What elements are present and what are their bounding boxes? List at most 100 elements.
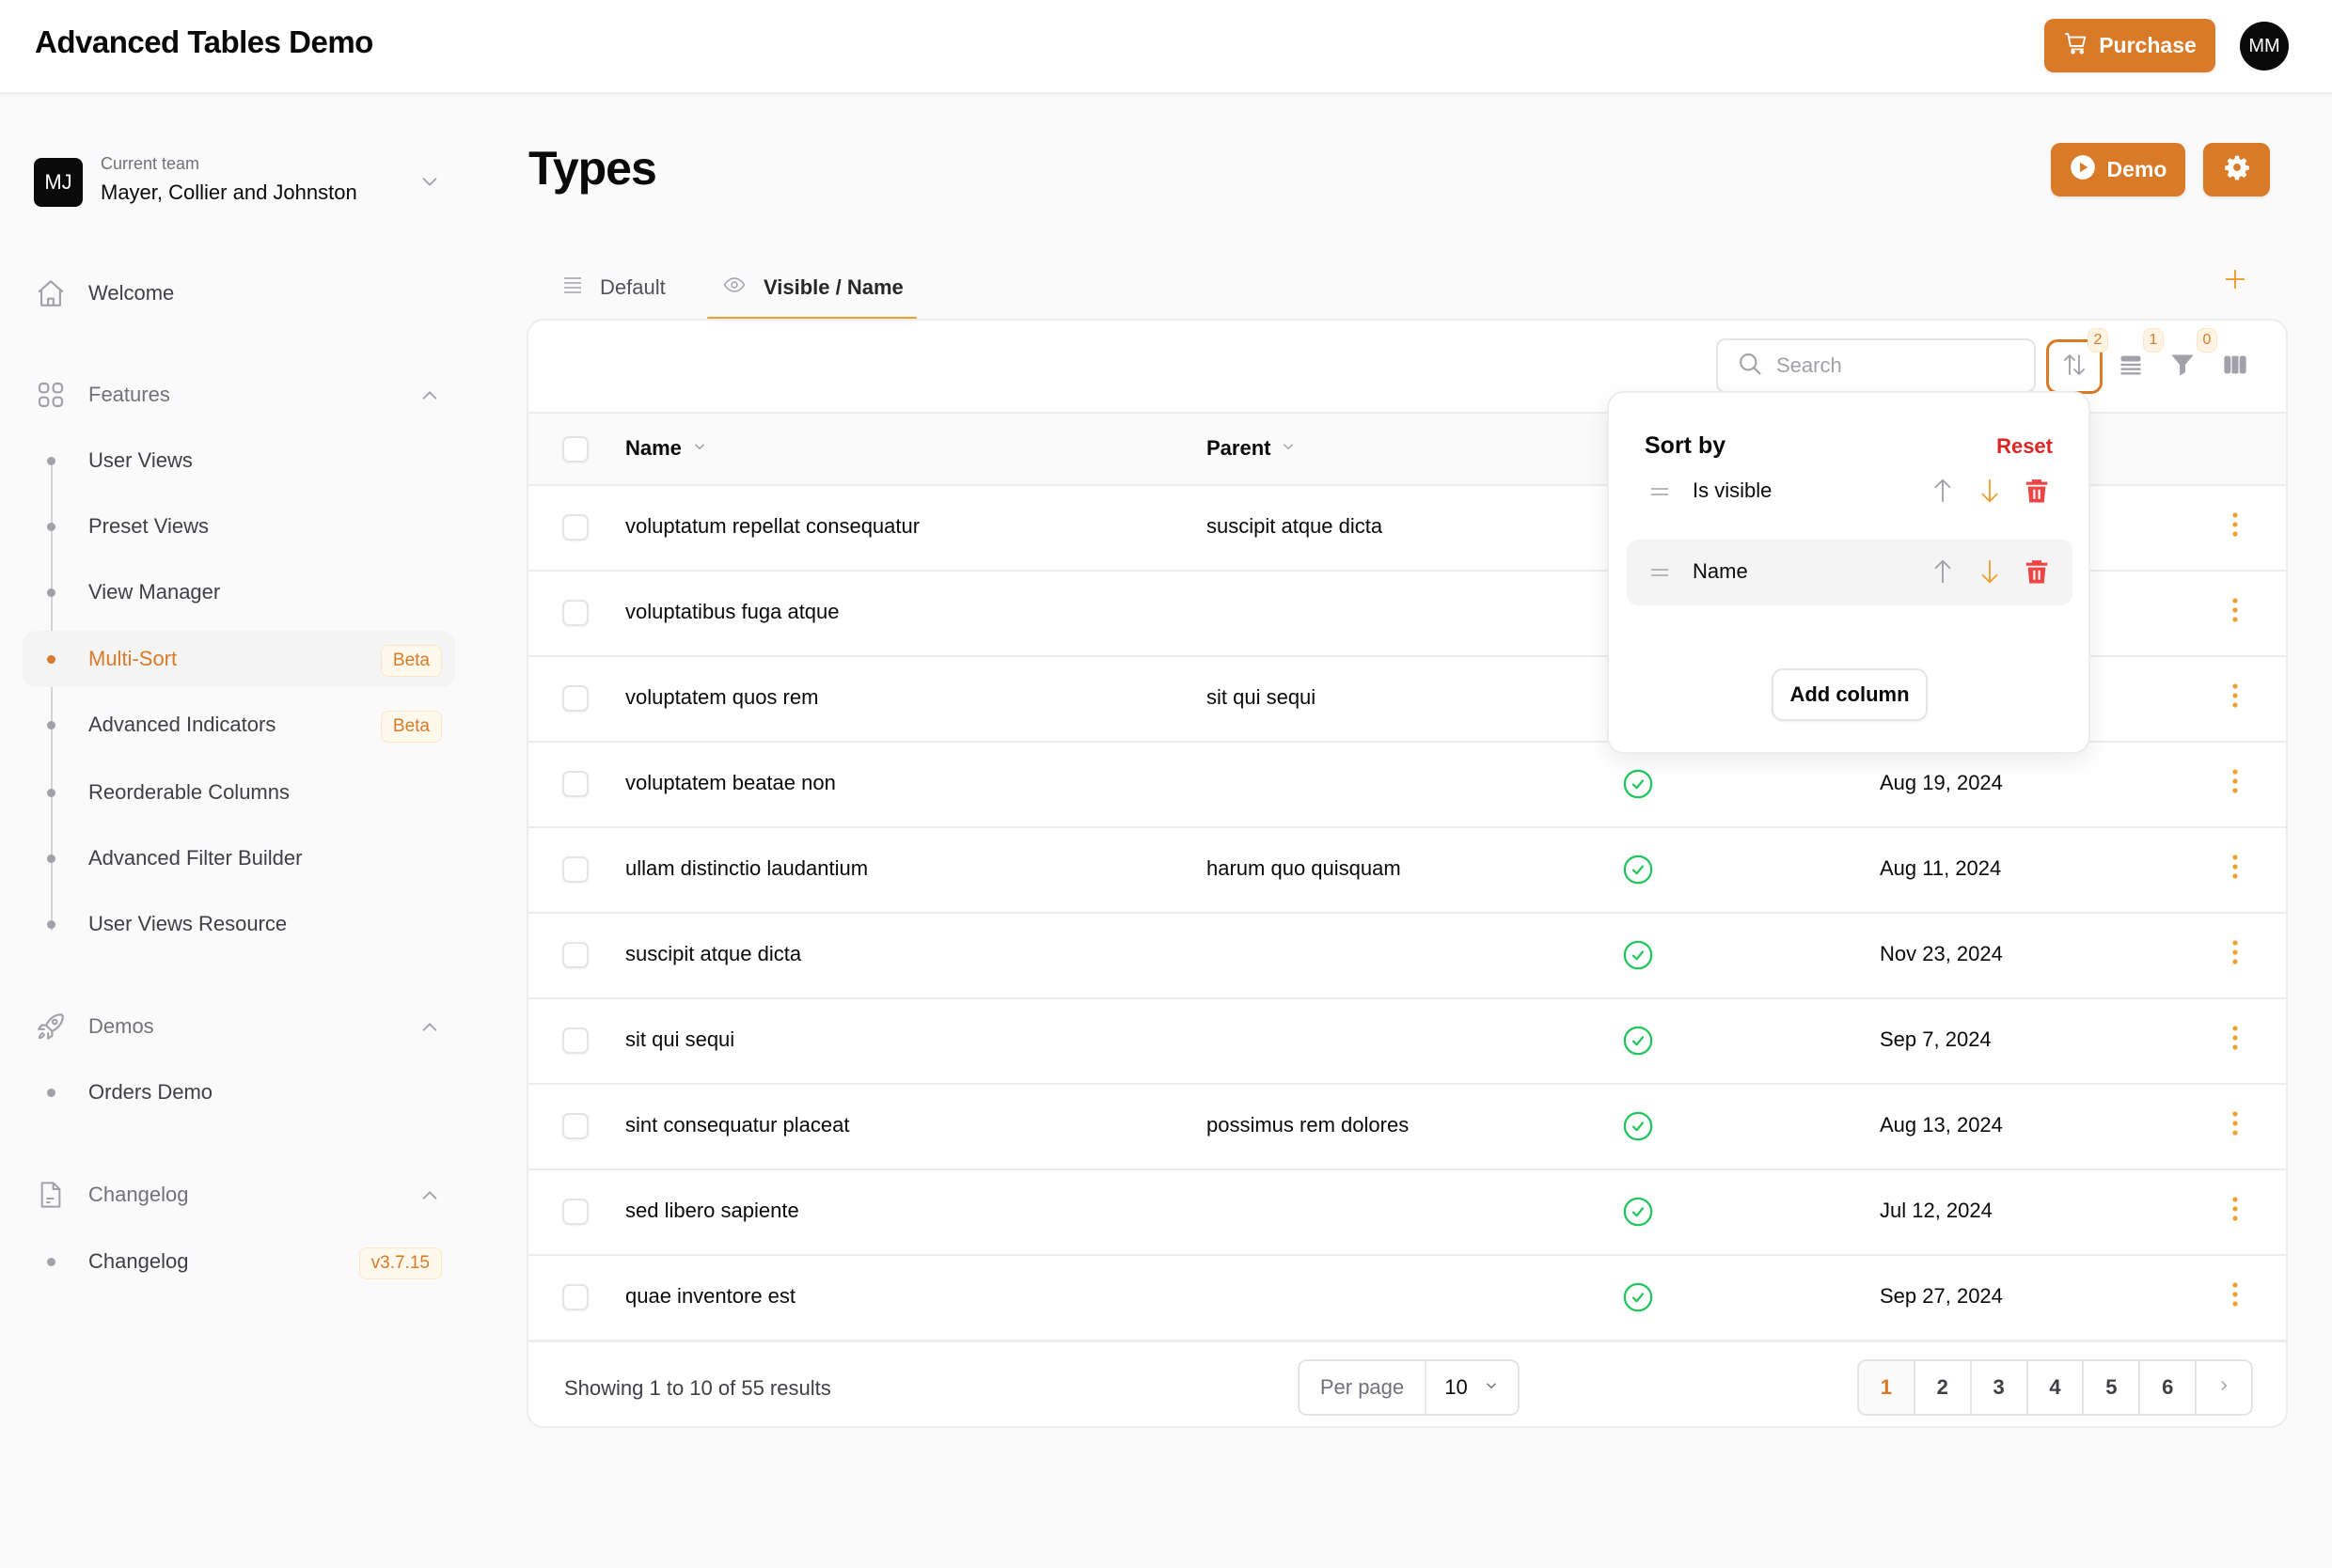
- team-switcher[interactable]: MJ Current team Mayer, Collier and Johns…: [34, 150, 448, 216]
- sidebar-item-changelog[interactable]: Changelog v3.7.15: [23, 1233, 455, 1290]
- per-page-select[interactable]: Per page 10: [1298, 1359, 1520, 1416]
- sidebar-item-view-manager[interactable]: View Manager: [23, 564, 455, 620]
- chevron-down-icon: [419, 171, 440, 196]
- row-checkbox[interactable]: [562, 1284, 589, 1310]
- add-view-button[interactable]: [2221, 267, 2249, 295]
- reset-sort-button[interactable]: Reset: [1996, 434, 2053, 459]
- sidebar-item-label: Reorderable Columns: [88, 780, 290, 804]
- page-5-button[interactable]: 5: [2084, 1361, 2141, 1414]
- drag-handle-icon[interactable]: [1647, 480, 1672, 508]
- trash-icon[interactable]: [2023, 476, 2051, 510]
- page-1-button[interactable]: 1: [1859, 1361, 1915, 1414]
- tab-label: Default: [600, 275, 666, 299]
- table-row[interactable]: ullam distinctio laudantium harum quo qui…: [528, 828, 2286, 914]
- sidebar-item-orders-demo[interactable]: Orders Demo: [23, 1064, 455, 1121]
- row-actions-button[interactable]: [2221, 768, 2249, 800]
- sort-descending-button[interactable]: [1976, 557, 2004, 591]
- select-all-checkbox[interactable]: [562, 436, 589, 463]
- next-page-button[interactable]: [2197, 1361, 2251, 1414]
- row-checkbox[interactable]: [562, 771, 589, 797]
- row-checkbox[interactable]: [562, 942, 589, 968]
- check-circle-icon: [1622, 854, 1654, 891]
- sidebar-item-multi-sort[interactable]: Multi-Sort Beta: [23, 631, 455, 687]
- user-avatar[interactable]: MM: [2240, 22, 2289, 71]
- sidebar-group-features[interactable]: Features: [34, 376, 448, 414]
- trash-icon[interactable]: [2023, 557, 2051, 591]
- sidebar-item-user-views-resource[interactable]: User Views Resource: [23, 896, 455, 952]
- tab-visible-name[interactable]: Visible / Name: [707, 256, 917, 320]
- table-row[interactable]: sit qui sequi Sep 7, 2024: [528, 999, 2286, 1085]
- team-name: Mayer, Collier and Johnston: [101, 180, 357, 204]
- sort-rule: Name: [1627, 540, 2072, 605]
- chevron-right-icon: [2215, 1375, 2232, 1400]
- sidebar-item-reorderable-columns[interactable]: Reorderable Columns: [23, 764, 455, 821]
- row-actions-button[interactable]: [2221, 511, 2249, 543]
- sort-descending-button[interactable]: [1976, 476, 2004, 510]
- sort-arrows-icon: [2060, 351, 2088, 384]
- column-header-name[interactable]: Name: [625, 436, 708, 461]
- sidebar-group-changelog[interactable]: Changelog: [34, 1176, 448, 1214]
- row-checkbox[interactable]: [562, 600, 589, 626]
- row-actions-button[interactable]: [2221, 1196, 2249, 1228]
- row-actions-button[interactable]: [2221, 597, 2249, 629]
- sidebar-item-advanced-filter-builder[interactable]: Advanced Filter Builder: [23, 830, 455, 886]
- table-row[interactable]: quae inventore est Sep 27, 2024: [528, 1256, 2286, 1341]
- row-actions-button[interactable]: [2221, 1110, 2249, 1142]
- plus-icon: [2224, 268, 2246, 295]
- sort-ascending-button[interactable]: [1929, 476, 1957, 510]
- sidebar-item-label: Multi-Sort: [88, 647, 178, 670]
- cell-name: voluptatibus fuga atque: [625, 600, 840, 623]
- table-row[interactable]: sint consequatur placeat possimus rem dol…: [528, 1085, 2286, 1170]
- row-checkbox[interactable]: [562, 685, 589, 712]
- per-page-value-wrap[interactable]: 10: [1426, 1375, 1518, 1400]
- row-checkbox[interactable]: [562, 514, 589, 541]
- page-2-button[interactable]: 2: [1915, 1361, 1972, 1414]
- sidebar-item-user-views[interactable]: User Views: [23, 432, 455, 489]
- bullet-icon: [47, 855, 55, 863]
- table-row[interactable]: sed libero sapiente Jul 12, 2024: [528, 1170, 2286, 1256]
- add-sort-column-button[interactable]: Add column: [1772, 668, 1928, 721]
- demo-button[interactable]: Demo: [2051, 143, 2185, 196]
- search-input[interactable]: [1776, 353, 2002, 378]
- row-actions-button[interactable]: [2221, 682, 2249, 714]
- drag-handle-icon[interactable]: [1647, 561, 1672, 588]
- list-icon: [560, 274, 585, 302]
- settings-button[interactable]: [2203, 143, 2270, 196]
- page-4-button[interactable]: 4: [2028, 1361, 2085, 1414]
- sort-ascending-button[interactable]: [1929, 557, 1957, 591]
- sidebar-group-demos[interactable]: Demos: [34, 1008, 448, 1045]
- row-checkbox[interactable]: [562, 856, 589, 883]
- cell-date: Sep 7, 2024: [1880, 1027, 1992, 1051]
- purchase-button[interactable]: Purchase: [2044, 19, 2215, 72]
- bullet-icon: [47, 920, 55, 929]
- bullet-icon: [47, 588, 55, 597]
- search-field[interactable]: [1716, 338, 2036, 393]
- sidebar-item-preset-views[interactable]: Preset Views: [23, 498, 455, 555]
- row-actions-button[interactable]: [2221, 1025, 2249, 1057]
- sidebar-item-advanced-indicators[interactable]: Advanced Indicators Beta: [23, 697, 455, 753]
- table-row[interactable]: suscipit atque dicta Nov 23, 2024: [528, 914, 2286, 999]
- column-header-parent[interactable]: Parent: [1206, 436, 1297, 461]
- bullet-icon: [47, 1089, 55, 1097]
- page-6-button[interactable]: 6: [2140, 1361, 2198, 1414]
- row-checkbox[interactable]: [562, 1113, 589, 1139]
- cell-parent: harum quo quisquam: [1206, 856, 1401, 880]
- filter-button[interactable]: [2166, 339, 2199, 394]
- more-vertical-icon: [2231, 682, 2239, 715]
- page-3-button[interactable]: 3: [1972, 1361, 2028, 1414]
- sidebar-item-welcome[interactable]: Welcome: [34, 274, 448, 312]
- tab-default[interactable]: Default: [560, 256, 666, 320]
- row-actions-button[interactable]: [2221, 939, 2249, 971]
- results-summary: Showing 1 to 10 of 55 results: [564, 1376, 831, 1400]
- columns-button[interactable]: [2218, 339, 2252, 394]
- eye-icon: [720, 274, 748, 302]
- row-actions-button[interactable]: [2221, 1281, 2249, 1313]
- row-checkbox[interactable]: [562, 1199, 589, 1225]
- grid-icon: [34, 378, 68, 412]
- table-row[interactable]: voluptatem beatae non Aug 19, 2024: [528, 743, 2286, 828]
- row-checkbox[interactable]: [562, 1027, 589, 1054]
- check-circle-icon: [1622, 1025, 1654, 1062]
- document-icon: [34, 1178, 68, 1212]
- row-actions-button[interactable]: [2221, 854, 2249, 886]
- check-circle-icon: [1622, 1281, 1654, 1319]
